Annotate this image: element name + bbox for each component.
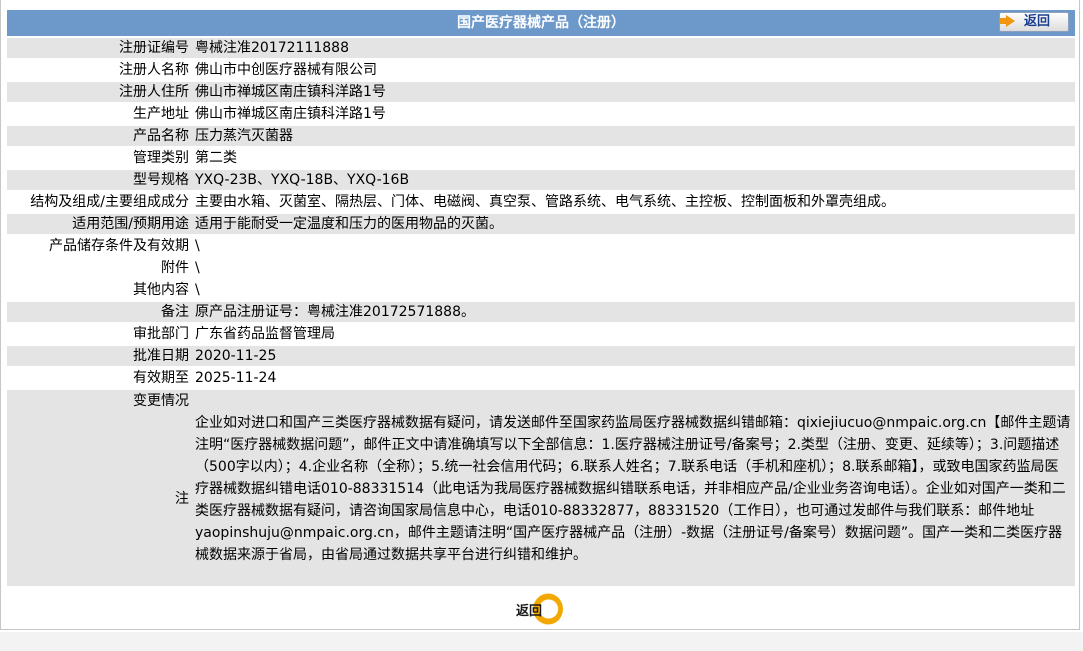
table-row: 其他内容 \ xyxy=(7,280,1075,300)
row-key: 产品名称 xyxy=(133,128,189,144)
row-key: 注册证编号 xyxy=(119,40,189,56)
row-value: 佛山市禅城区南庄镇科洋路1号 xyxy=(195,106,386,122)
row-value: \ xyxy=(195,260,200,276)
row-key: 备注 xyxy=(161,304,189,320)
detail-table: 注册证编号 粤械注准20172111888 注册人名称 佛山市中创医疗器械有限公… xyxy=(7,38,1075,588)
table-row: 注册人名称 佛山市中创医疗器械有限公司 xyxy=(7,60,1075,80)
table-row: 注册证编号 粤械注准20172111888 xyxy=(7,38,1075,58)
row-key: 结构及组成/主要组成成分 xyxy=(30,194,189,210)
back-button-top[interactable]: 返回 xyxy=(999,12,1069,32)
arrow-right-icon xyxy=(1000,15,1015,27)
table-row: 批准日期 2020-11-25 xyxy=(7,346,1075,366)
back-button-label: 返回 xyxy=(1024,14,1051,29)
row-key: 管理类别 xyxy=(133,150,189,166)
table-row: 生产地址 佛山市禅城区南庄镇科洋路1号 xyxy=(7,104,1075,124)
table-row: 型号规格 YXQ-23B、YXQ-18B、YXQ-16B xyxy=(7,170,1075,190)
table-row: 产品储存条件及有效期 \ xyxy=(7,236,1075,256)
table-row: 产品名称 压力蒸汽灭菌器 xyxy=(7,126,1075,146)
page-bottom-strip xyxy=(0,632,1083,651)
note-text: 企业如对进口和国产三类医疗器械数据有疑问，请发送邮件至国家药监局医疗器械数据纠错… xyxy=(195,415,1071,563)
table-row: 备注 原产品注册证号：粤械注准20172571888。 xyxy=(7,302,1075,322)
row-value: 主要由水箱、灭菌室、隔热层、门体、电磁阀、真空泵、管路系统、电气系统、主控板、控… xyxy=(195,194,895,210)
changes-label: 变更情况 xyxy=(133,393,189,409)
row-value: 原产品注册证号：粤械注准20172571888。 xyxy=(195,304,475,320)
row-value: \ xyxy=(195,282,200,298)
row-value: 压力蒸汽灭菌器 xyxy=(195,128,293,144)
row-value: 2020-11-25 xyxy=(195,348,277,364)
page-title: 国产医疗器械产品（注册） xyxy=(457,15,625,31)
row-key: 型号规格 xyxy=(133,172,189,188)
row-key: 审批部门 xyxy=(133,326,189,342)
table-row: 有效期至 2025-11-24 xyxy=(7,368,1075,388)
row-value: 广东省药品监督管理局 xyxy=(195,326,335,342)
table-row: 适用范围/预期用途 适用于能耐受一定温度和压力的医用物品的灭菌。 xyxy=(7,214,1075,234)
row-value: 粤械注准20172111888 xyxy=(195,40,349,56)
table-row: 审批部门 广东省药品监督管理局 xyxy=(7,324,1075,344)
row-key: 注册人住所 xyxy=(119,84,189,100)
changes-row: 变更情况 注 企业如对进口和国产三类医疗器械数据有疑问，请发送邮件至国家药监局医… xyxy=(7,390,1075,586)
back-button-bottom-label: 返回 xyxy=(516,604,543,619)
row-key: 注册人名称 xyxy=(119,62,189,78)
row-value: YXQ-23B、YXQ-18B、YXQ-16B xyxy=(195,172,410,188)
row-value: 第二类 xyxy=(195,150,237,166)
row-key: 生产地址 xyxy=(133,106,189,122)
changes-key-cell: 变更情况 注 xyxy=(7,390,195,586)
row-value: 佛山市禅城区南庄镇科洋路1号 xyxy=(195,84,386,100)
table-row: 管理类别 第二类 xyxy=(7,148,1075,168)
back-button-bottom[interactable]: 返回 xyxy=(513,592,569,626)
row-key: 有效期至 xyxy=(133,370,189,386)
row-key: 其他内容 xyxy=(133,282,189,298)
note-label: 注 xyxy=(175,491,189,507)
row-key: 批准日期 xyxy=(133,348,189,364)
row-key: 适用范围/预期用途 xyxy=(72,216,189,232)
row-value: 佛山市中创医疗器械有限公司 xyxy=(195,62,377,78)
page-title-bar: 国产医疗器械产品（注册） 返回 xyxy=(7,10,1075,36)
detail-panel: 国产医疗器械产品（注册） 返回 注册证编号 粤械注准20172111888 注册… xyxy=(0,0,1080,630)
table-row: 结构及组成/主要组成成分 主要由水箱、灭菌室、隔热层、门体、电磁阀、真空泵、管路… xyxy=(7,192,1075,212)
row-value: 适用于能耐受一定温度和压力的医用物品的灭菌。 xyxy=(195,216,503,232)
row-key: 产品储存条件及有效期 xyxy=(49,238,189,254)
row-value: \ xyxy=(195,238,200,254)
table-row: 注册人住所 佛山市禅城区南庄镇科洋路1号 xyxy=(7,82,1075,102)
row-value: 2025-11-24 xyxy=(195,370,277,386)
table-row: 附件 \ xyxy=(7,258,1075,278)
row-key: 附件 xyxy=(161,260,189,276)
